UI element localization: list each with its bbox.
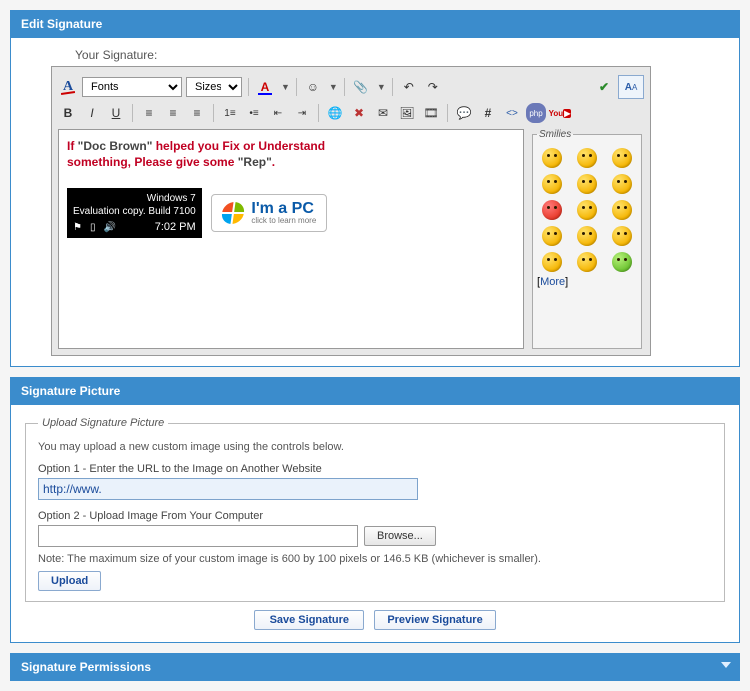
smiley-eek[interactable] xyxy=(577,226,597,246)
image-url-input[interactable] xyxy=(38,478,418,500)
youtube-icon[interactable]: You▶ xyxy=(550,103,570,123)
smiley-cool[interactable] xyxy=(612,200,632,220)
font-color-icon[interactable]: A xyxy=(255,77,275,97)
upload-note: Note: The maximum size of your custom im… xyxy=(38,553,712,565)
upload-legend: Upload Signature Picture xyxy=(38,417,168,429)
link-icon[interactable]: 🌐 xyxy=(325,103,345,123)
edit-signature-header: Edit Signature xyxy=(10,10,740,38)
smiley-mad[interactable] xyxy=(542,200,562,220)
windows-build-badge: Windows 7 Evaluation copy. Build 7100 ⚑ … xyxy=(67,188,202,237)
action-row: Save Signature Preview Signature xyxy=(25,602,725,630)
chevron-down-icon xyxy=(721,662,731,668)
your-signature-label: Your Signature: xyxy=(75,48,729,62)
fonts-select[interactable]: Fonts xyxy=(82,77,182,97)
unlink-icon[interactable]: ✖ xyxy=(349,103,369,123)
smiley-tongue[interactable] xyxy=(612,226,632,246)
smiley-biggrin[interactable] xyxy=(577,148,597,168)
undo-icon[interactable]: ↶ xyxy=(399,77,419,97)
attach-icon[interactable]: 📎 xyxy=(351,77,371,97)
im-a-pc-badge: I'm a PC click to learn more xyxy=(211,194,327,232)
smiley-smile[interactable] xyxy=(542,148,562,168)
toggle-mode-icon[interactable]: AA xyxy=(618,75,644,99)
smilies-more-link[interactable]: More xyxy=(540,276,565,288)
signature-text: If "Doc Brown" helped you Fix or Underst… xyxy=(67,138,515,170)
edit-signature-body: Your Signature: A Fonts Sizes A ▼ ☺ ▼ 📎 ▼ ↶… xyxy=(10,38,740,367)
option1-label: Option 1 - Enter the URL to the Image on… xyxy=(38,463,712,475)
signature-editor: A Fonts Sizes A ▼ ☺ ▼ 📎 ▼ ↶ ↷ ✔ AA B xyxy=(51,66,651,356)
hash-icon[interactable]: # xyxy=(478,103,498,123)
smiley-confused[interactable] xyxy=(577,174,597,194)
tray-time: 7:02 PM xyxy=(155,220,196,234)
image-icon[interactable]: 🖼 xyxy=(397,103,417,123)
video-icon[interactable]: 🎞 xyxy=(421,103,441,123)
quote-icon[interactable]: 💬 xyxy=(454,103,474,123)
preview-signature-button[interactable]: Preview Signature xyxy=(374,610,495,630)
smiley-rolleyes[interactable] xyxy=(542,252,562,272)
ordered-list-icon[interactable]: 1≡ xyxy=(220,103,240,123)
smiley-angry[interactable] xyxy=(612,174,632,194)
italic-icon[interactable]: I xyxy=(82,103,102,123)
smilies-panel: Smilies [ xyxy=(532,129,642,349)
html-icon[interactable]: <> xyxy=(502,103,522,123)
upload-fieldset: Upload Signature Picture You may upload … xyxy=(25,417,725,602)
smiley-huh[interactable] xyxy=(577,252,597,272)
align-left-icon[interactable]: ≡ xyxy=(139,103,159,123)
toolbar-row-1: A Fonts Sizes A ▼ ☺ ▼ 📎 ▼ ↶ ↷ ✔ AA xyxy=(58,73,644,101)
toolbar-row-2: B I U ≡ ≡ ≡ 1≡ •≡ ⇤ ⇥ 🌐 ✖ ✉ 🖼 🎞 💬 # <> p… xyxy=(58,101,644,125)
smiley-cry[interactable] xyxy=(577,200,597,220)
sizes-select[interactable]: Sizes xyxy=(186,77,242,97)
file-path-input[interactable] xyxy=(38,525,358,547)
align-center-icon[interactable]: ≡ xyxy=(163,103,183,123)
smiley-sick[interactable] xyxy=(612,252,632,272)
smiley-wink[interactable] xyxy=(612,148,632,168)
outdent-icon[interactable]: ⇤ xyxy=(268,103,288,123)
signature-canvas[interactable]: If "Doc Brown" helped you Fix or Underst… xyxy=(58,129,524,349)
chevron-down-icon[interactable]: ▼ xyxy=(377,82,386,92)
option2-label: Option 2 - Upload Image From Your Comput… xyxy=(38,510,712,522)
spellcheck-icon[interactable]: ✔ xyxy=(594,77,614,97)
signature-picture-header: Signature Picture xyxy=(10,377,740,405)
volume-icon: 🔊 xyxy=(103,221,115,234)
smiley-icon[interactable]: ☺ xyxy=(303,77,323,97)
upload-blurb: You may upload a new custom image using … xyxy=(38,441,712,453)
signature-permissions-header[interactable]: Signature Permissions xyxy=(10,653,740,681)
signature-permissions-title: Signature Permissions xyxy=(21,660,151,674)
chevron-down-icon[interactable]: ▼ xyxy=(281,82,290,92)
smilies-legend: Smilies xyxy=(537,129,573,140)
php-icon[interactable]: php xyxy=(526,103,546,123)
save-signature-button[interactable]: Save Signature xyxy=(254,610,364,630)
indent-icon[interactable]: ⇥ xyxy=(292,103,312,123)
windows-logo-icon xyxy=(220,202,245,224)
flag-icon: ⚑ xyxy=(73,221,82,234)
align-right-icon[interactable]: ≡ xyxy=(187,103,207,123)
signature-picture-body: Upload Signature Picture You may upload … xyxy=(10,405,740,643)
smiley-frown[interactable] xyxy=(542,174,562,194)
remove-format-icon[interactable]: A xyxy=(58,77,78,97)
chevron-down-icon[interactable]: ▼ xyxy=(329,82,338,92)
edit-signature-title: Edit Signature xyxy=(21,17,102,31)
redo-icon[interactable]: ↷ xyxy=(423,77,443,97)
email-icon[interactable]: ✉ xyxy=(373,103,393,123)
upload-button[interactable]: Upload xyxy=(38,571,101,591)
unordered-list-icon[interactable]: •≡ xyxy=(244,103,264,123)
bold-icon[interactable]: B xyxy=(58,103,78,123)
signature-picture-title: Signature Picture xyxy=(21,384,120,398)
smiley-grin[interactable] xyxy=(542,226,562,246)
network-icon: ▯ xyxy=(90,221,96,234)
underline-icon[interactable]: U xyxy=(106,103,126,123)
browse-button[interactable]: Browse... xyxy=(364,526,436,546)
